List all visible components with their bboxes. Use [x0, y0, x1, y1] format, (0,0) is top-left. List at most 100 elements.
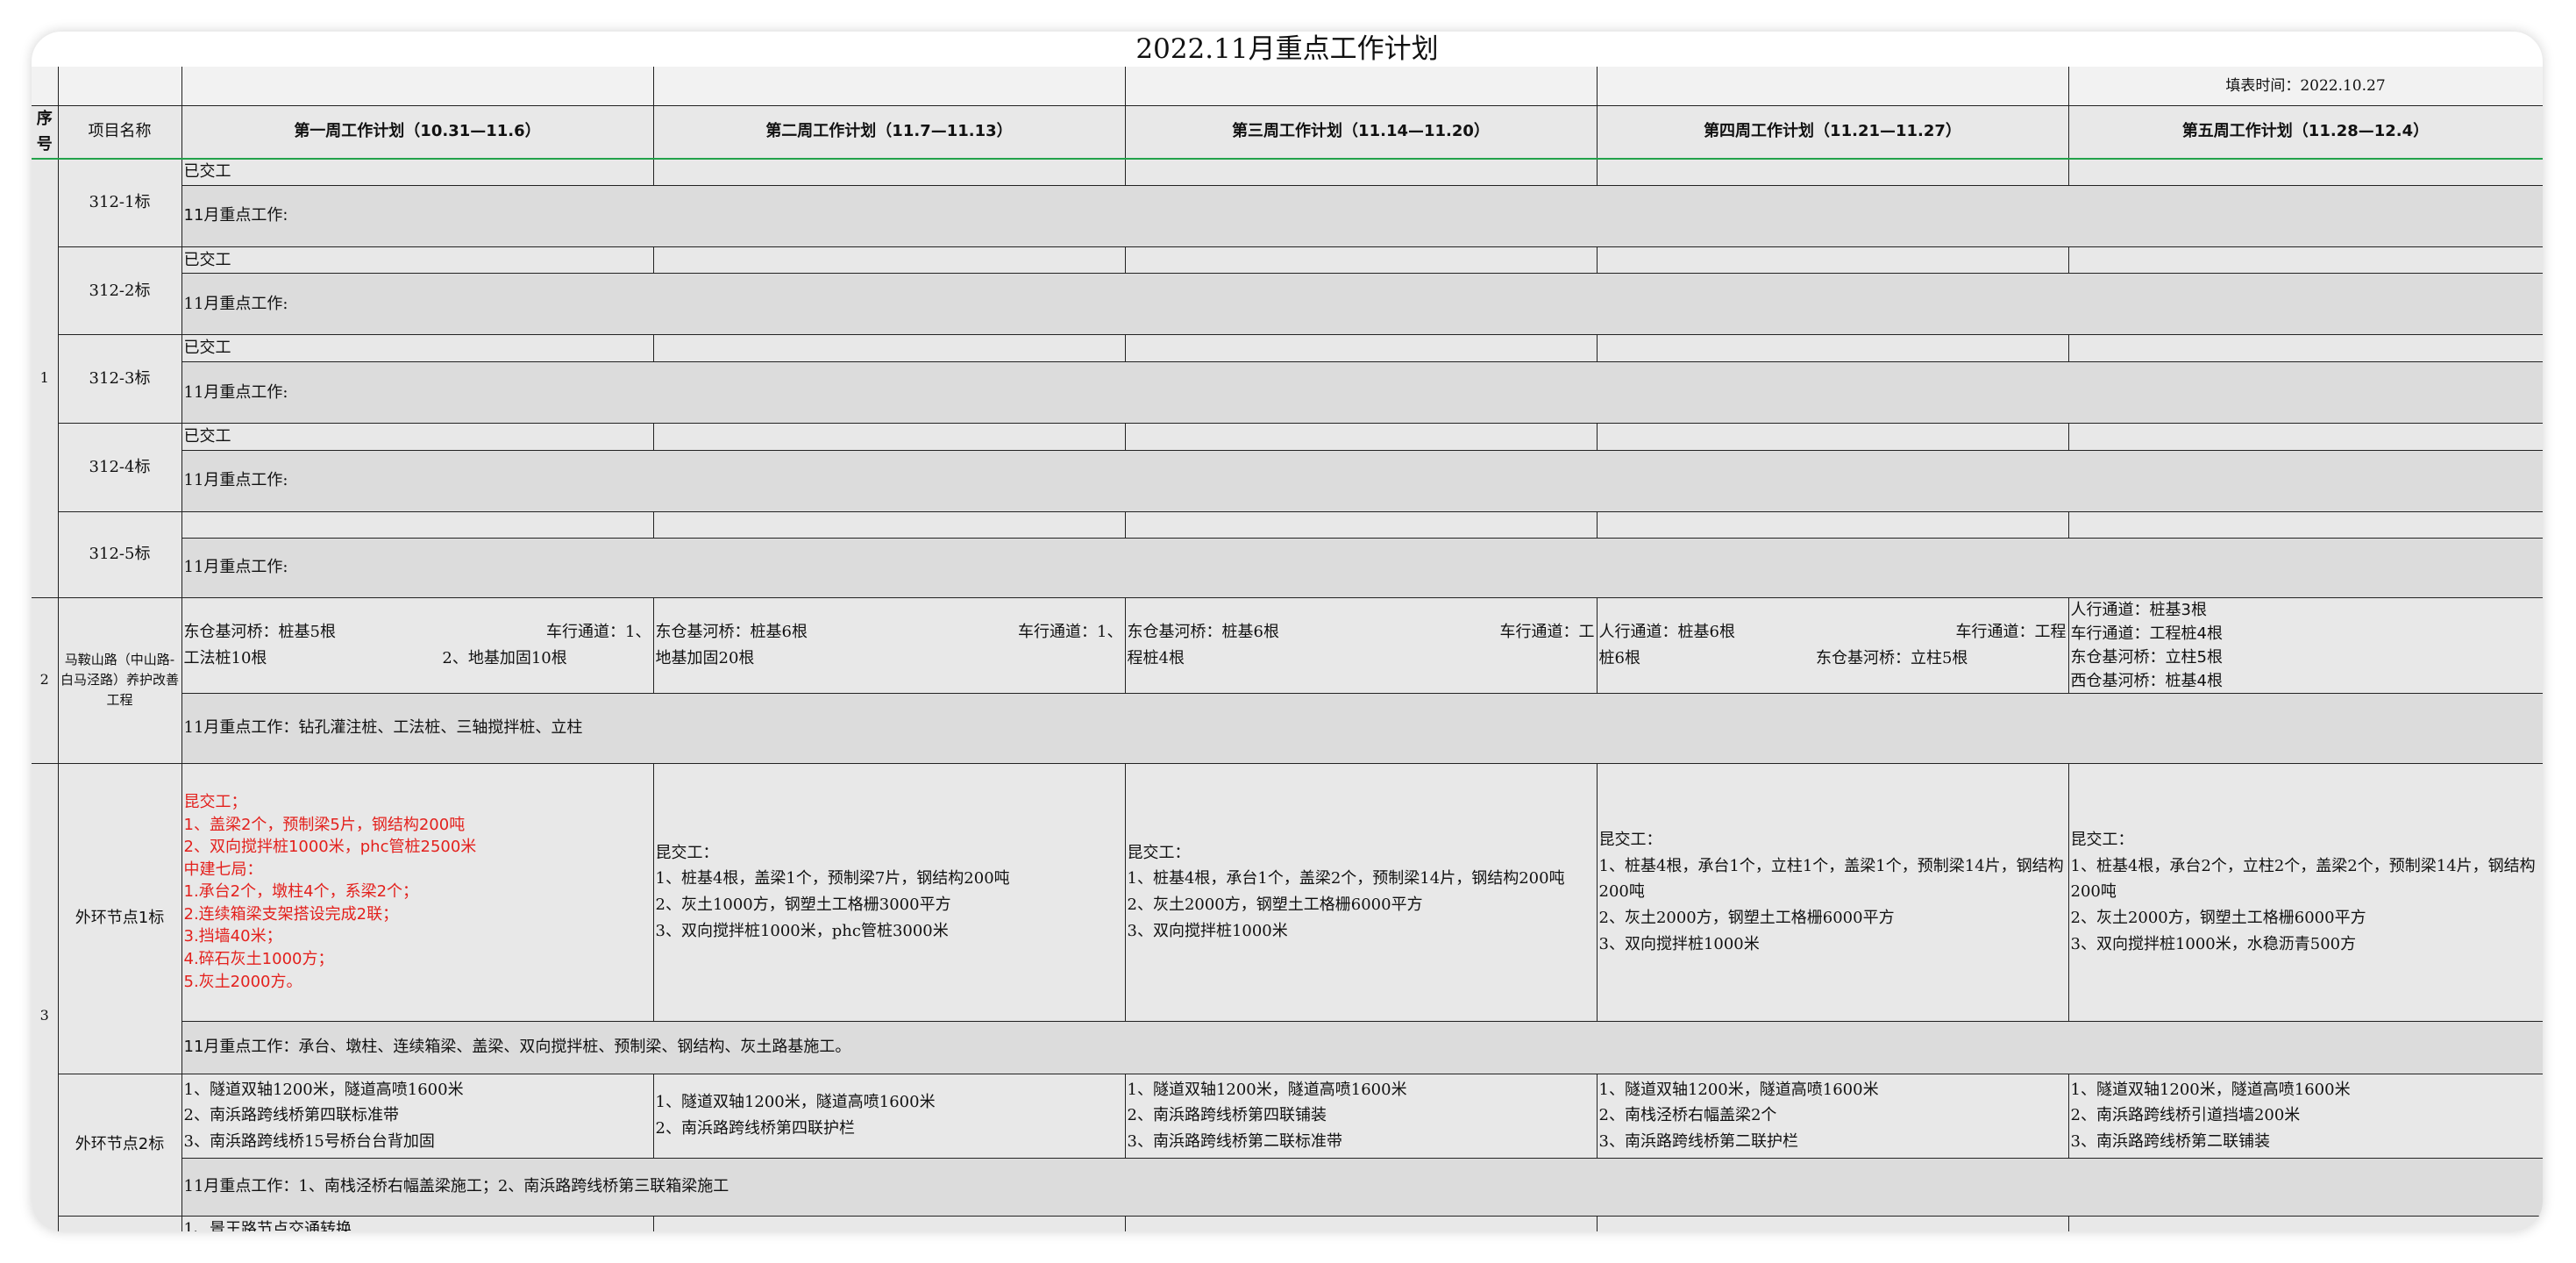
week5-cell: 1、隧道双轴1200米，隧道高喷1600米 2、南浜路跨线桥引道挡墙200米 3…: [2067, 1073, 2543, 1159]
cell-line: 昆交工：: [2070, 830, 2134, 849]
fill-time: 填表时间：2022.10.27: [2067, 67, 2543, 106]
key-work: 11月重点工作:: [181, 273, 2543, 336]
blank-cell: [652, 67, 1126, 106]
cell-line: 3、双向搅拌桩1000米: [1598, 934, 1760, 953]
cell-line: 2、南浜路跨线桥引道挡墙200米: [2070, 1106, 2301, 1125]
cell-line: 工法桩10根 2、地基加固10根: [183, 648, 567, 667]
cell-line: 3、南浜路跨线桥第二联标准带: [1127, 1131, 1342, 1151]
cell-line: 4.碎石灰土1000方；: [183, 949, 334, 968]
selection-line: [32, 158, 2543, 160]
project-name: [57, 1215, 182, 1231]
project-name: 312-5标: [57, 510, 182, 598]
week1-cell: 东仓基河桥：桩基5根 车行通道：1、 工法桩10根 2、地基加固10根: [181, 596, 654, 694]
week3-cell: [1124, 510, 1598, 539]
week4-cell: 1、隧道双轴1200米，隧道高喷1600米 2、南栈泾桥右幅盖梁2个 3、南浜路…: [1596, 1073, 2069, 1159]
sheet-title: 2022.11月重点工作计划: [1135, 33, 1439, 65]
cell-line: 地基加固20根: [655, 648, 755, 667]
project-name: 外环节点1标: [57, 762, 182, 1074]
header-week1: 第一周工作计划（10.31—11.6）: [181, 104, 654, 159]
blank-cell: [57, 67, 182, 106]
cell-line: 3、双向搅拌桩1000米，水稳沥青500方: [2070, 934, 2357, 953]
cell-line: 5.灰土2000方。: [183, 972, 302, 991]
cell-line: 2、灰土2000方，钢塑土工格栅6000平方: [1127, 896, 1423, 915]
cell-line: 1、桩基4根，承台2个，立柱2个，盖梁2个，预制梁14片，钢结构200吨: [2070, 856, 2536, 902]
cell-line: 1、桩基4根，承台1个，立柱1个，盖梁1个，预制梁14片，钢结构200吨: [1598, 856, 2064, 902]
cell-line: 3、双向搅拌桩1000米: [1127, 921, 1288, 940]
week2-cell: [652, 1215, 1126, 1231]
week3-cell: [1124, 1215, 1598, 1231]
cell-line: 2、灰土2000方，钢塑土工格栅6000平方: [1598, 908, 1895, 927]
week4-cell: [1596, 1215, 2069, 1231]
week5-cell: [2067, 334, 2543, 362]
cell-line: 1、桩基4根，承台1个，盖梁2个，预制梁14片，钢结构200吨: [1127, 869, 1565, 888]
cell-line: 程桩4根: [1127, 648, 1185, 667]
project-name: 外环节点2标: [57, 1073, 182, 1217]
week4-cell: [1596, 157, 2069, 186]
header-project-name: 项目名称: [57, 104, 182, 159]
cell-line: 2、灰土1000方，钢塑土工格栅3000平方: [655, 896, 951, 915]
cell-line: 人行通道：桩基3根: [2070, 600, 2207, 619]
week1-cell: [181, 510, 654, 539]
blank-cell: [32, 67, 59, 106]
cell-line: 1.承台2个，墩柱4个，系梁2个；: [183, 882, 419, 902]
week3-cell: 东仓基河桥：桩基6根 车行通道：工 程桩4根: [1124, 596, 1598, 694]
week1-cell: 昆交工； 1、盖梁2个，预制梁5片，钢结构200吨 2、双向搅拌桩1000米，p…: [181, 762, 654, 1022]
cell-line: 3、南浜路跨线桥15号桥台台背加固: [183, 1131, 435, 1151]
cell-line: 3、双向搅拌桩1000米，phc管桩3000米: [655, 921, 949, 940]
cell-line: 车行通道：工程桩4根: [2070, 624, 2223, 643]
week1-cell: 1、隧道双轴1200米，隧道高喷1600米 2、南浜路跨线桥第四联标准带 3、南…: [181, 1073, 654, 1159]
week2-cell: [652, 510, 1126, 539]
week5-cell: [2067, 1215, 2543, 1231]
key-work: 11月重点工作:: [181, 449, 2543, 512]
week2-cell: [652, 334, 1126, 362]
cell-line: 3、南浜路跨线桥第二联护栏: [1598, 1131, 1798, 1151]
blank-cell: [1596, 67, 2069, 106]
key-work: 11月重点工作：承台、墩柱、连续箱梁、盖梁、双向搅拌桩、预制梁、钢结构、灰土路基…: [181, 1020, 2543, 1074]
week5-cell: 人行通道：桩基3根 车行通道：工程桩4根 东仓基河桥：立柱5根 西仓基河桥：桩基…: [2067, 596, 2543, 694]
header-week3: 第三周工作计划（11.14—11.20）: [1124, 104, 1598, 159]
cell-line: 东仓基河桥：立柱5根: [2070, 647, 2223, 667]
week4-cell: [1596, 510, 2069, 539]
cell-line: 2、南栈泾桥右幅盖梁2个: [1598, 1106, 1777, 1125]
cell-line: 中建七局：: [183, 860, 263, 879]
project-name: 马鞍山路（中山路-白马泾路）养护改善工程: [57, 596, 182, 764]
week2-cell: [652, 422, 1126, 451]
cell-line: 1、盖梁2个，预制梁5片，钢结构200吨: [183, 815, 466, 834]
cell-line: 3.挡墙40米；: [183, 927, 282, 946]
cell-line: 东仓基河桥：桩基5根 车行通道：1、: [183, 622, 651, 641]
week2-cell: 昆交工： 1、桩基4根，盖梁1个，预制梁7片，钢结构200吨 2、灰土1000方…: [652, 762, 1126, 1022]
week2-cell: 东仓基河桥：桩基6根 车行通道：1、 地基加固20根: [652, 596, 1126, 694]
seq-2: 2: [32, 596, 59, 764]
seq-1: 1: [32, 157, 59, 598]
week1-cell: 已交工: [181, 334, 654, 362]
week3-cell: [1124, 422, 1598, 451]
week5-cell: [2067, 510, 2543, 539]
cell-line: 2.连续箱梁支架搭设完成2联；: [183, 904, 399, 924]
cell-line: 昆交工：: [1127, 843, 1191, 862]
cell-line: 东仓基河桥：桩基6根 车行通道：工: [1127, 622, 1595, 641]
cell-line: 1、隧道双轴1200米，隧道高喷1600米: [1127, 1080, 1407, 1099]
cell-line: 2、双向搅拌桩1000米，phc管桩2500米: [183, 838, 477, 857]
cell-line: 1、桩基4根，盖梁1个，预制梁7片，钢结构200吨: [655, 869, 1010, 888]
cell-line: 1、隧道双轴1200米，隧道高喷1600米: [2070, 1080, 2351, 1099]
week2-cell: [652, 246, 1126, 275]
key-work: 11月重点工作：钻孔灌注桩、工法桩、三轴搅拌桩、立柱: [181, 692, 2543, 764]
cell-line: 2、南浜路跨线桥第四联标准带: [183, 1106, 399, 1125]
key-work: 11月重点工作:: [181, 537, 2543, 598]
week4-cell: [1596, 422, 2069, 451]
spreadsheet: 2022.11月重点工作计划 填表时间：2022.10.27 序号 项目名称 第…: [32, 32, 2543, 1231]
week4-cell: 人行通道：桩基6根 车行通道：工程 桩6根 东仓基河桥：立柱5根: [1596, 596, 2069, 694]
header-week2: 第二周工作计划（11.7—11.13）: [652, 104, 1126, 159]
cell-line: 西仓基河桥：桩基4根: [2070, 671, 2223, 690]
header-seq: 序号: [32, 104, 59, 159]
cell-line: 人行通道：桩基6根 车行通道：工程: [1598, 622, 2067, 641]
project-name: 312-1标: [57, 157, 182, 247]
work-plan-table: 填表时间：2022.10.27 序号 项目名称 第一周工作计划（10.31—11…: [32, 67, 2543, 1231]
project-name: 312-2标: [57, 246, 182, 336]
cell-line: 1、隧道双轴1200米，隧道高喷1600米: [1598, 1080, 1879, 1099]
week3-cell: [1124, 157, 1598, 186]
week5-cell: [2067, 422, 2543, 451]
cell-line: 桩6根 东仓基河桥：立柱5根: [1598, 648, 1968, 667]
week3-cell: [1124, 334, 1598, 362]
project-name: 312-4标: [57, 422, 182, 512]
